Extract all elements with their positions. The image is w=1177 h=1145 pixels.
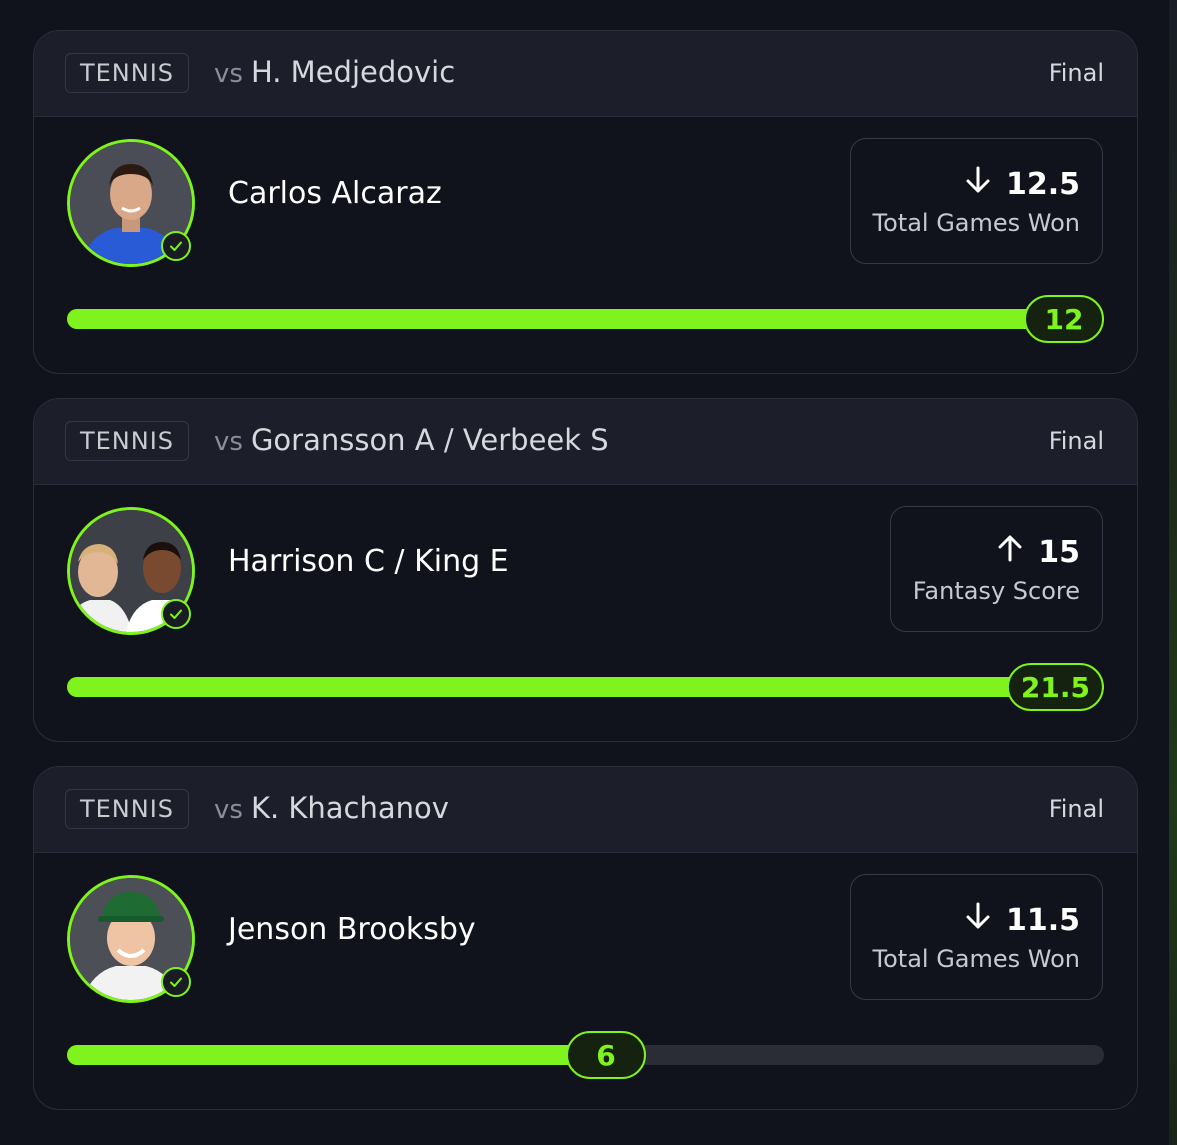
- pick-card[interactable]: TENNIS vs K. Khachanov Final Jenson Broo…: [33, 766, 1138, 1110]
- player-name: Carlos Alcaraz: [228, 176, 442, 211]
- player-avatar-wrap: [67, 139, 195, 267]
- arrow-up-icon: [996, 533, 1024, 571]
- vs-prefix: vs: [214, 59, 243, 89]
- pick-card[interactable]: TENNIS vsGoransson A / Verbeek S Final: [33, 398, 1138, 742]
- player-name: Harrison C / King E: [228, 544, 509, 579]
- projection-box: 11.5 Total Games Won: [849, 874, 1103, 1000]
- stat-label: Fantasy Score: [912, 577, 1080, 605]
- game-status: Final: [1048, 59, 1104, 87]
- arrow-down-icon: [964, 901, 992, 939]
- game-status: Final: [1048, 427, 1104, 455]
- stat-label: Total Games Won: [872, 945, 1080, 973]
- page: TENNIS vs H. Medjedovic Final Carlos Alc…: [0, 0, 1177, 1145]
- pick-card[interactable]: TENNIS vs H. Medjedovic Final Carlos Alc…: [33, 30, 1138, 374]
- check-icon: [161, 967, 191, 997]
- opponent-label: vs H. Medjedovic: [214, 55, 455, 89]
- result-pill: 6: [566, 1031, 646, 1079]
- projection-line: 15: [996, 533, 1080, 571]
- line-value: 11.5: [1005, 902, 1080, 938]
- edge-strip: [1169, 0, 1177, 1145]
- progress-fill: [67, 309, 1104, 329]
- card-header: TENNIS vs K. Khachanov Final: [34, 767, 1137, 853]
- sport-badge: TENNIS: [65, 789, 189, 829]
- card-header: TENNIS vs H. Medjedovic Final: [34, 31, 1137, 117]
- projection-box: 15 Fantasy Score: [889, 506, 1103, 632]
- progress-fill: [67, 677, 1104, 697]
- card-header: TENNIS vs Goransson A / Verbeek S Final: [34, 399, 1137, 485]
- arrow-down-icon: [964, 165, 992, 203]
- line-value: 12.5: [1005, 166, 1080, 202]
- vs-prefix: vs: [214, 427, 243, 457]
- progress-track: 21.5: [67, 663, 1104, 711]
- stat-label: Total Games Won: [872, 209, 1080, 237]
- sport-badge: TENNIS: [65, 421, 189, 461]
- opponent-name: K. Khachanov: [250, 791, 449, 825]
- projection-line: 11.5: [964, 901, 1080, 939]
- result-pill: 12: [1024, 295, 1104, 343]
- progress-fill: [67, 1045, 606, 1065]
- progress-track: 6: [67, 1031, 1104, 1079]
- check-icon: [161, 231, 191, 261]
- result-pill: 21.5: [1006, 663, 1104, 711]
- check-icon: [161, 599, 191, 629]
- sport-badge: TENNIS: [65, 53, 189, 93]
- player-avatar-wrap: [67, 875, 195, 1003]
- opponent-name: H. Medjedovic: [250, 55, 456, 89]
- opponent-label: vs Goransson A / Verbeek S: [214, 423, 609, 457]
- player-avatar-wrap: [67, 507, 195, 635]
- pick-list: TENNIS vs H. Medjedovic Final Carlos Alc…: [33, 30, 1138, 1134]
- progress-track: 12: [67, 295, 1104, 343]
- projection-line: 12.5: [964, 165, 1080, 203]
- opponent-label: vs K. Khachanov: [214, 791, 449, 825]
- line-value: 15: [1038, 534, 1080, 570]
- player-name: Jenson Brooksby: [228, 912, 476, 947]
- vs-prefix: vs: [214, 795, 243, 825]
- game-status: Final: [1048, 795, 1104, 823]
- projection-box: 12.5 Total Games Won: [849, 138, 1103, 264]
- opponent-name: Goransson A / Verbeek S: [250, 423, 609, 457]
